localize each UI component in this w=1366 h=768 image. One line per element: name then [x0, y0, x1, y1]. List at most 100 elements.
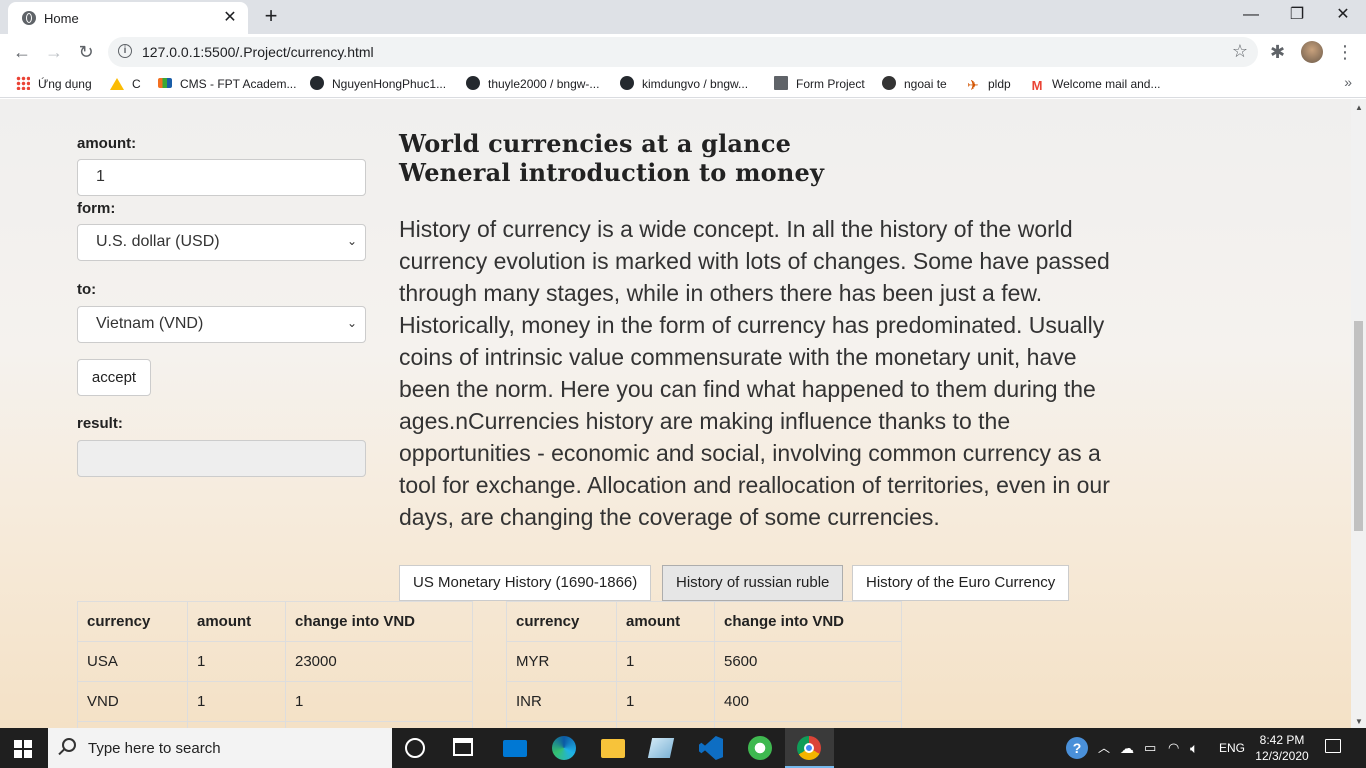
table-cell: INR: [506, 681, 617, 722]
notepad-icon[interactable]: [647, 738, 675, 758]
edge-icon[interactable]: [552, 736, 576, 760]
forward-button[interactable]: →: [42, 40, 66, 64]
bookmark-cms-fpt[interactable]: CMS - FPT Academ...: [158, 75, 296, 93]
column-header: amount: [616, 601, 715, 642]
table-row: VND 1 1: [77, 681, 473, 722]
scrollbar-thumb[interactable]: [1354, 321, 1363, 531]
page-content: amount: 1 form: U.S. dollar (USD) ⌄ to: …: [0, 99, 1351, 728]
address-bar[interactable]: i 127.0.0.1:5500/.Project/currency.html …: [108, 37, 1258, 67]
github-icon: [620, 76, 634, 90]
table-header-row: currency amount change into VND: [506, 601, 902, 642]
reload-button[interactable]: ↻: [74, 40, 98, 64]
table-row: USA 1 23000: [77, 641, 473, 682]
column-header: currency: [77, 601, 188, 642]
from-currency-select[interactable]: U.S. dollar (USD) ⌄: [77, 224, 366, 261]
tab-us-monetary-history[interactable]: US Monetary History (1690-1866): [399, 565, 652, 601]
globe-icon: [22, 11, 36, 25]
minimize-window-button[interactable]: —: [1228, 0, 1274, 30]
close-window-button[interactable]: ✕: [1320, 0, 1366, 30]
back-button[interactable]: ←: [10, 40, 34, 64]
language-indicator[interactable]: ENG: [1219, 728, 1245, 768]
more-bookmarks-icon[interactable]: »: [1344, 74, 1352, 90]
file-explorer-icon[interactable]: [601, 739, 625, 758]
site-info-icon[interactable]: i: [118, 44, 132, 58]
extensions-puzzle-icon[interactable]: ✱: [1270, 42, 1285, 63]
windows-start-icon[interactable]: [14, 740, 32, 758]
url-text[interactable]: 127.0.0.1:5500/.Project/currency.html: [142, 44, 374, 60]
close-tab-icon[interactable]: ✕: [220, 8, 240, 28]
bookmark-welcome-mail[interactable]: M Welcome mail and...: [1030, 75, 1161, 93]
restore-window-button[interactable]: ❐: [1274, 0, 1320, 30]
search-icon: [62, 738, 76, 752]
chevron-down-icon: ⌄: [346, 234, 357, 248]
bookmark-star-icon[interactable]: ☆: [1232, 41, 1248, 62]
table-cell: 1: [187, 641, 286, 682]
task-view-icon[interactable]: [453, 738, 473, 756]
taskbar-search-box[interactable]: Type here to search: [48, 728, 392, 768]
scroll-down-icon[interactable]: ▼: [1355, 717, 1363, 726]
intro-paragraph: History of currency is a wide concept. I…: [399, 216, 1110, 530]
github-icon: [310, 76, 324, 90]
browser-menu-icon[interactable]: ⋮: [1336, 42, 1354, 63]
bookmark-thuyle2000[interactable]: thuyle2000 / bngw-...: [466, 75, 599, 93]
wifi-icon[interactable]: ◠: [1168, 728, 1179, 768]
tab-title: Home: [44, 11, 79, 26]
table-row: INR 1 400: [506, 681, 902, 722]
column-header: currency: [506, 601, 617, 642]
chevron-up-icon[interactable]: ︿: [1098, 728, 1110, 768]
page-scrollbar[interactable]: ▲ ▼: [1351, 99, 1366, 728]
apps-grid-icon: [16, 76, 30, 90]
table-cell: MYR: [506, 641, 617, 682]
rates-table-left: currency amount change into VND USA 1 23…: [77, 601, 473, 728]
volume-icon[interactable]: 🔈︎: [1190, 728, 1198, 768]
windows-taskbar: Type here to search ? ︿ ☁ ▭ ◠ 🔈︎ ENG 8:4…: [0, 728, 1366, 768]
to-currency-select[interactable]: Vietnam (VND) ⌄: [77, 306, 366, 343]
page-title: World currencies at a glance: [399, 129, 792, 158]
app-icon[interactable]: [748, 736, 772, 760]
github-icon: [466, 76, 480, 90]
browser-toolbar: ← → ↻ i 127.0.0.1:5500/.Project/currency…: [0, 34, 1366, 70]
accept-button[interactable]: accept: [77, 359, 151, 396]
bookmark-nguyenhongphuc[interactable]: NguyenHongPhuc1...: [310, 75, 446, 93]
bookmark-c[interactable]: C: [110, 75, 141, 93]
browser-tab-strip: Home ✕ + — ❐ ✕: [0, 0, 1366, 34]
chevron-down-icon: ⌄: [346, 316, 357, 330]
cortana-icon[interactable]: [405, 738, 425, 758]
form-icon: [774, 76, 788, 90]
vscode-icon[interactable]: [699, 736, 723, 760]
system-clock[interactable]: 8:42 PM 12/3/2020: [1252, 732, 1312, 764]
page-subtitle: Weneral introduction to money: [399, 158, 825, 187]
tab-euro-history[interactable]: History of the Euro Currency: [852, 565, 1070, 601]
result-field[interactable]: [77, 440, 366, 477]
bookmark-ngoai-te[interactable]: ngoai te: [882, 75, 947, 93]
gmail-icon: M: [1031, 78, 1043, 93]
bookmark-apps[interactable]: Ứng dụng: [16, 75, 92, 93]
column-header: change into VND: [285, 601, 473, 642]
notification-center-icon[interactable]: [1325, 739, 1341, 753]
clock-date: 12/3/2020: [1255, 749, 1309, 763]
scroll-up-icon[interactable]: ▲: [1355, 103, 1363, 112]
to-currency-value: Vietnam (VND): [96, 315, 204, 332]
mail-icon[interactable]: [503, 740, 527, 757]
search-placeholder: Type here to search: [88, 740, 221, 757]
chrome-taskbar-button[interactable]: [785, 728, 834, 768]
new-tab-button[interactable]: +: [258, 4, 284, 28]
tab-russian-ruble-history[interactable]: History of russian ruble: [662, 565, 844, 601]
battery-icon[interactable]: ▭: [1144, 728, 1156, 768]
onedrive-cloud-icon[interactable]: ☁: [1120, 728, 1134, 768]
clock-time: 8:42 PM: [1259, 733, 1305, 747]
table-cell: 1: [187, 681, 286, 722]
profile-avatar[interactable]: [1301, 41, 1323, 63]
bookmark-pldp[interactable]: ✈ pldp: [966, 75, 1011, 93]
bookmark-kimdungvo[interactable]: kimdungvo / bngw...: [620, 75, 748, 93]
help-icon[interactable]: ?: [1066, 737, 1088, 759]
table-row: MYR 1 5600: [506, 641, 902, 682]
amount-input[interactable]: 1: [77, 159, 366, 196]
column-header: amount: [187, 601, 286, 642]
table-cell: 1: [285, 681, 473, 722]
browser-tab-home[interactable]: Home ✕: [8, 2, 248, 34]
table-cell: 5600: [714, 641, 902, 682]
bookmark-form-project[interactable]: Form Project: [774, 75, 865, 93]
table-cell: VND: [77, 681, 188, 722]
from-currency-value: U.S. dollar (USD): [96, 233, 220, 250]
